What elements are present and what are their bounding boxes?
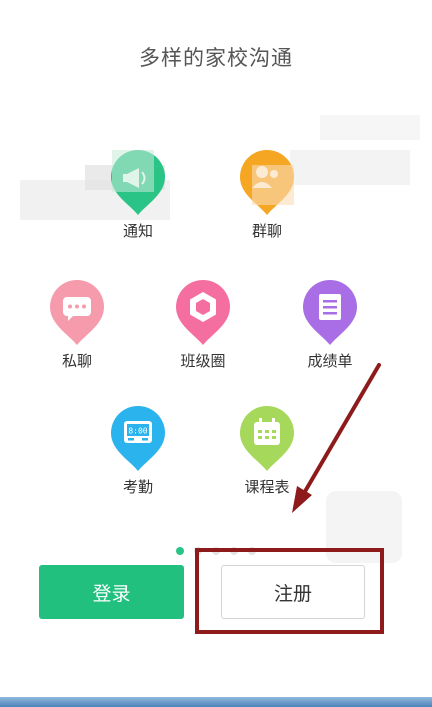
feature-label-notice: 通知 (122, 222, 153, 240)
feature-label-private-chat: 私聊 (61, 352, 92, 370)
feature-label-schedule: 课程表 (244, 478, 290, 496)
blur-patch (320, 115, 420, 140)
attendance-clock-icon: 8:00 (111, 406, 165, 471)
blur-patch (252, 165, 294, 205)
taskbar-strip (0, 697, 432, 707)
annotation-highlight-box (195, 548, 384, 634)
feature-schedule[interactable]: 课程表 (217, 404, 317, 497)
blur-patch (112, 150, 154, 192)
transcript-icon (303, 280, 357, 345)
clock-display-text: 8:00 (128, 427, 147, 436)
feature-private-chat[interactable]: 私聊 (27, 278, 127, 371)
feature-label-attendance: 考勤 (122, 478, 153, 496)
pagination-dot-active[interactable] (176, 547, 184, 555)
feature-label-group-chat: 群聊 (251, 222, 282, 240)
feature-transcript[interactable]: 成绩单 (280, 278, 380, 371)
class-circle-icon (176, 280, 230, 345)
private-chat-icon (50, 280, 104, 345)
calendar-icon (240, 406, 294, 471)
login-button[interactable]: 登录 (39, 565, 184, 619)
feature-label-class-circle: 班级圈 (180, 352, 226, 370)
page-title: 多样的家校沟通 (139, 46, 293, 70)
feature-label-transcript: 成绩单 (307, 352, 353, 370)
feature-class-circle[interactable]: 班级圈 (153, 278, 253, 371)
feature-attendance[interactable]: 8:00 考勤 (88, 404, 188, 497)
